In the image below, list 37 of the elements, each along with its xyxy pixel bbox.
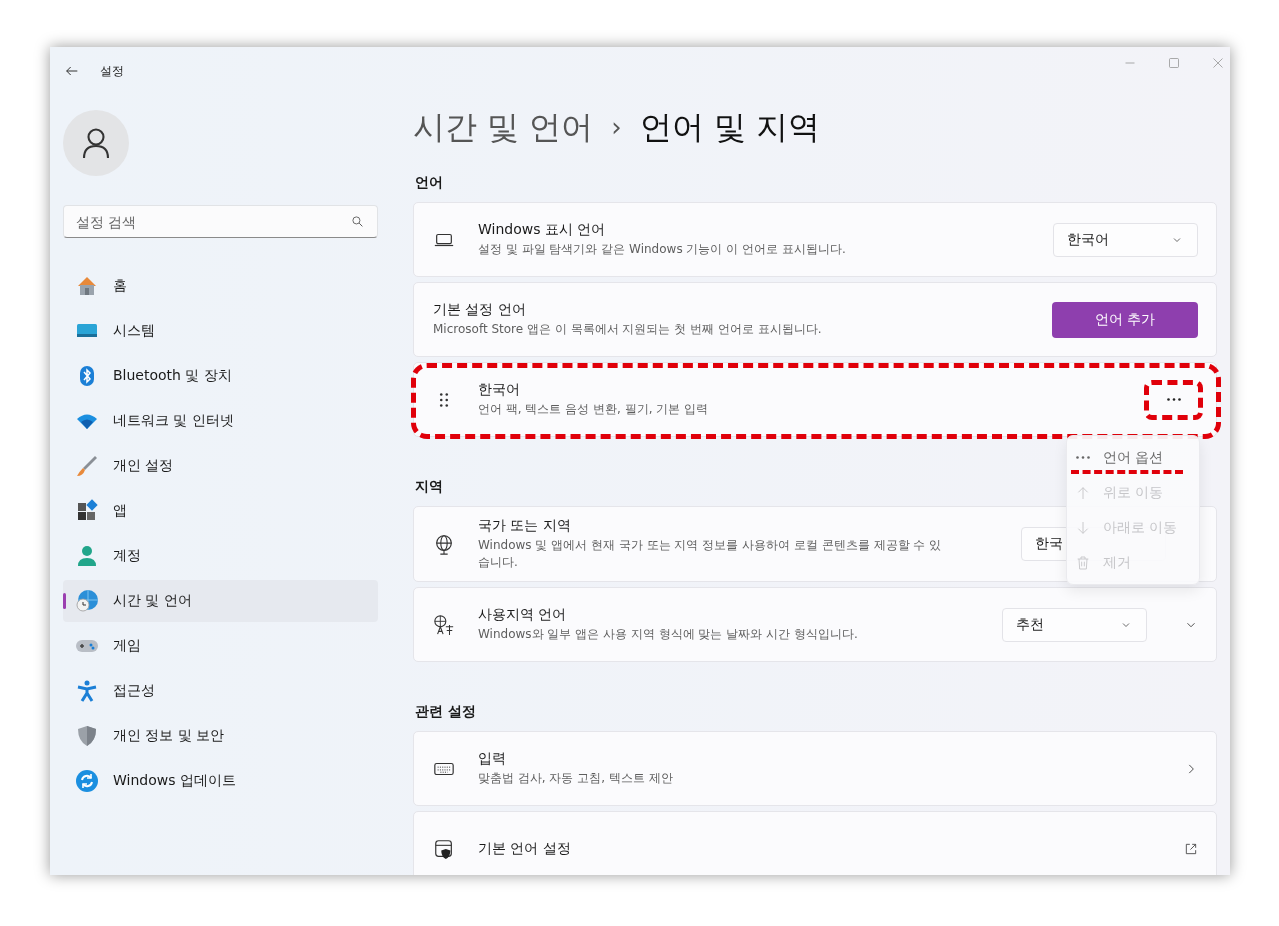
setting-description: Windows와 일부 앱은 사용 지역 형식에 맞는 날짜와 시간 형식입니다. [478, 626, 859, 643]
setting-title: 사용지역 언어 [478, 606, 568, 624]
setting-title: 국가 또는 지역 [478, 517, 572, 535]
breadcrumb-link[interactable]: 시간 및 언어 [413, 105, 594, 149]
setting-description: 설정 및 파일 탐색기와 같은 Windows 기능이 이 언어로 표시됩니다. [478, 241, 847, 258]
setting-description: 언어 팩, 텍스트 음성 변환, 필기, 기본 입력 [478, 401, 710, 418]
search-field[interactable]: 설정 검색 [63, 205, 378, 238]
setting-description: Windows 및 앱에서 현재 국가 또는 지역 정보를 사용하여 로컬 콘텐츠를 제공할 수 있습니다. [478, 537, 943, 571]
menu-item[interactable]: 언어 옵션 [1067, 440, 1199, 475]
setting-description: 맞춤법 검사, 자동 고침, 텍스트 제안 [478, 770, 674, 787]
setting-title: 기본 설정 언어 [433, 301, 527, 319]
add-language-button[interactable]: 언어 추가 [1052, 301, 1198, 338]
section-heading: 언어 [415, 173, 443, 192]
setting-title: 기본 언어 설정 [478, 839, 572, 858]
nav-item[interactable]: Windows 업데이트 [63, 760, 378, 802]
nav-item[interactable]: 앱 [63, 490, 378, 532]
breadcrumb-separator: › [611, 111, 622, 144]
dropdown[interactable]: 한국어 [1053, 222, 1198, 257]
nav-item[interactable]: Bluetooth 및 장치 [63, 355, 378, 397]
window-title: 설정 [100, 62, 124, 80]
nav-item[interactable]: 게임 [63, 625, 378, 667]
setting-description: Microsoft Store 앱은 이 목록에서 지원되는 첫 번째 언어로 표시됩니다. [433, 321, 823, 338]
nav-item[interactable]: 네트워크 및 인터넷 [63, 400, 378, 442]
nav-item[interactable]: 홈 [63, 265, 378, 307]
nav-item[interactable]: 접근성 [63, 670, 378, 712]
setting-title: Windows 표시 언어 [478, 221, 607, 239]
nav-item[interactable]: 개인 설정 [63, 445, 378, 487]
setting-title: 입력 [478, 750, 507, 768]
section-heading: 지역 [415, 477, 443, 496]
section-heading: 관련 설정 [415, 702, 476, 721]
dropdown[interactable]: 추천 [1002, 607, 1147, 642]
setting-title: 한국어 [478, 381, 521, 399]
page-title: 언어 및 지역 [639, 107, 821, 148]
nav-item[interactable]: 시스템 [63, 310, 378, 352]
nav-item[interactable]: 시간 및 언어 [63, 580, 378, 622]
nav-item[interactable]: 개인 정보 및 보안 [63, 715, 378, 757]
nav-item[interactable]: 계정 [63, 535, 378, 577]
